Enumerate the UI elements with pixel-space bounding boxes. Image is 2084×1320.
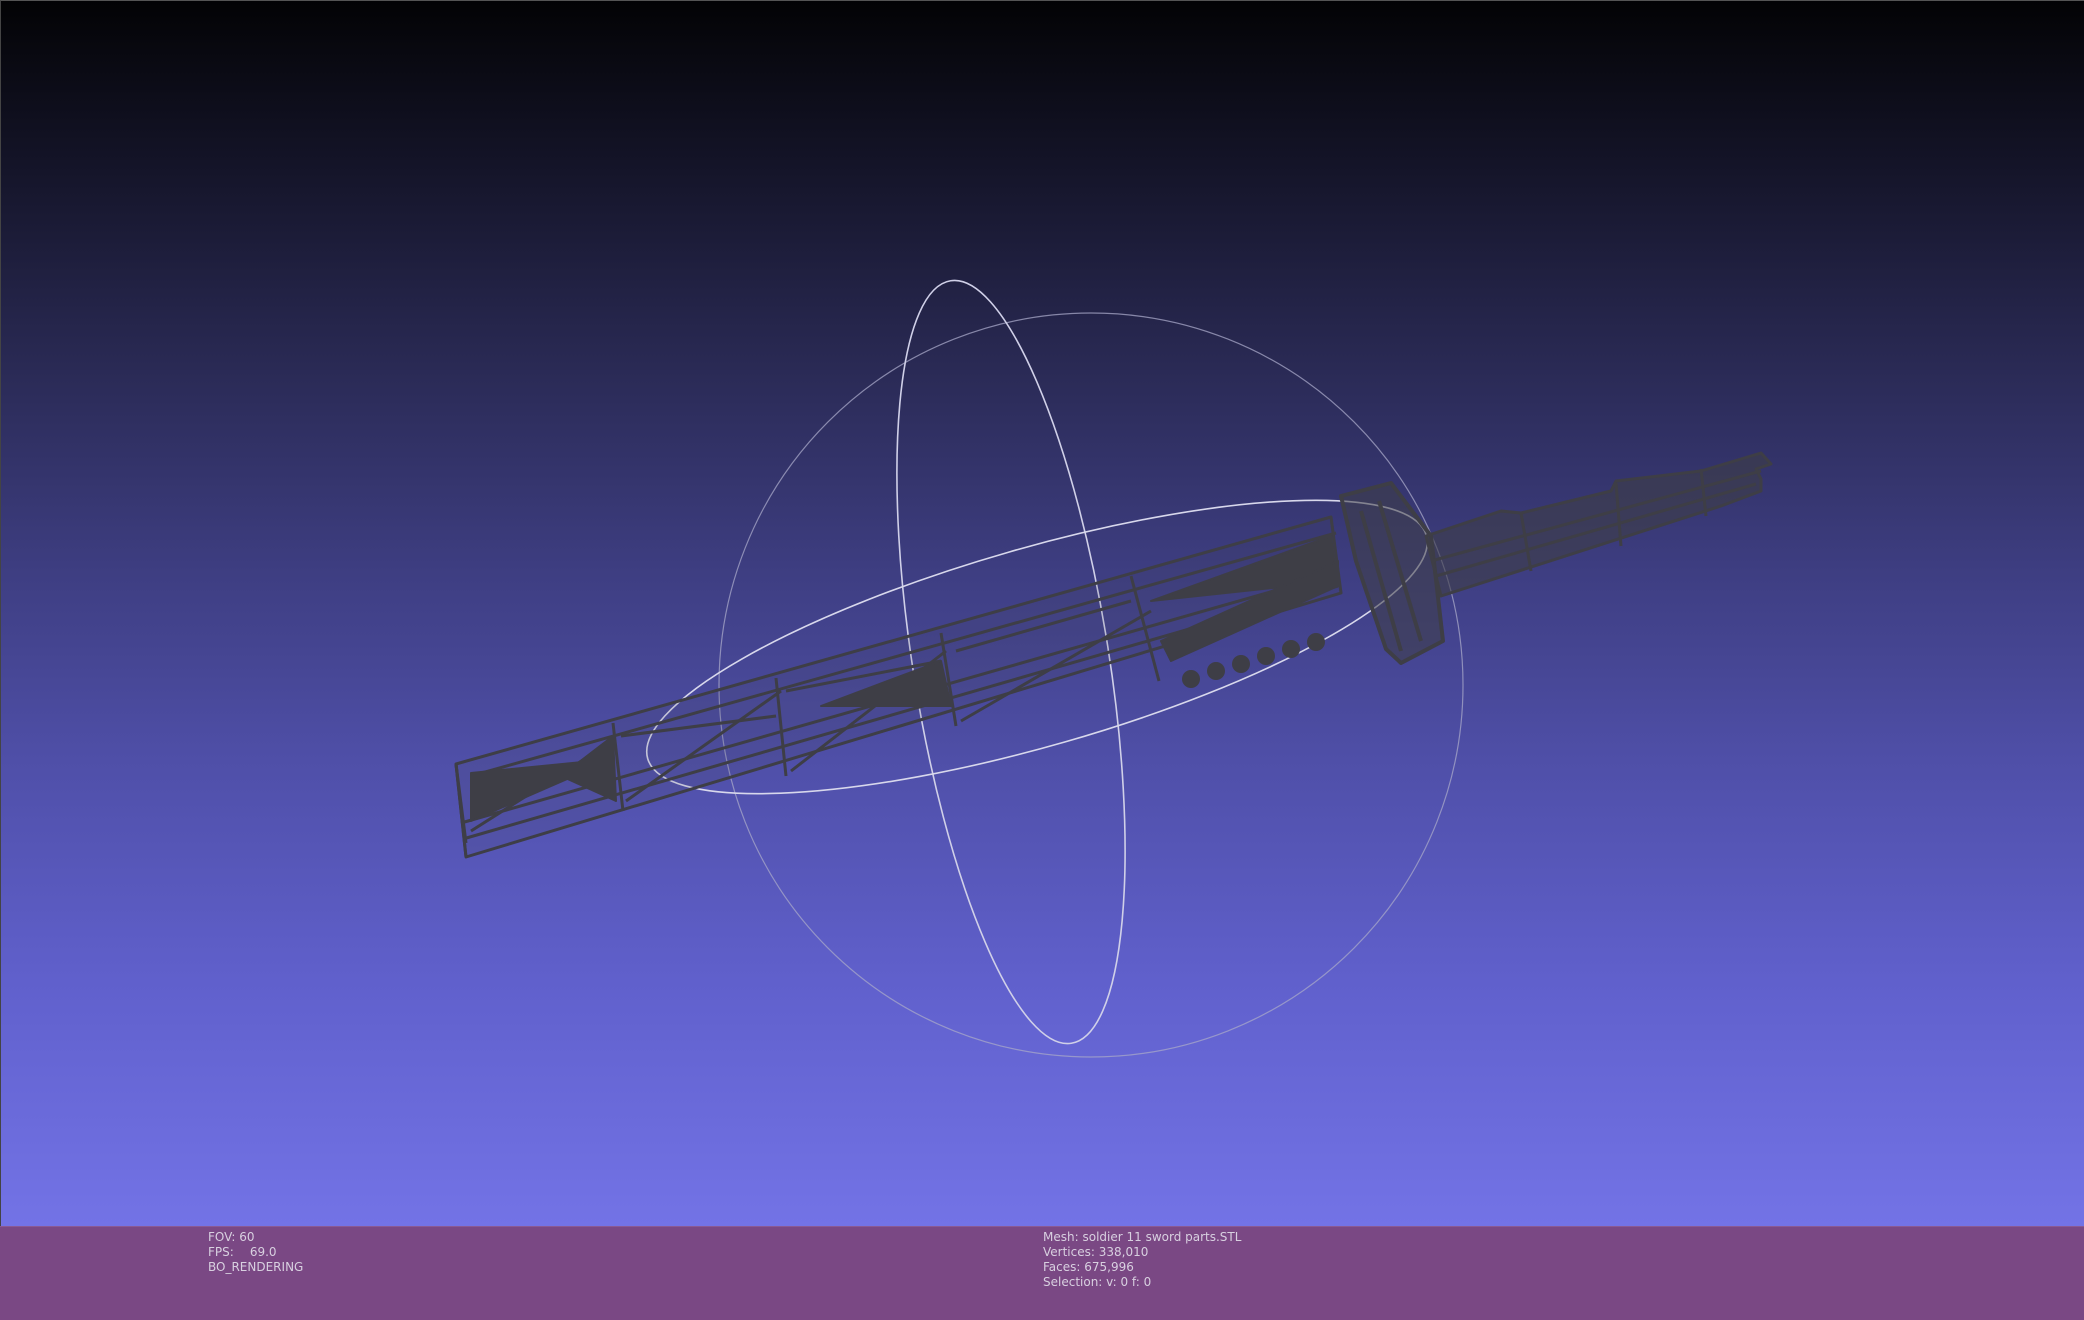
render-mode: BO_RENDERING bbox=[208, 1260, 304, 1274]
fov-label: FOV: bbox=[208, 1230, 236, 1244]
selection-value: v: 0 f: 0 bbox=[1106, 1275, 1152, 1289]
3d-viewport[interactable] bbox=[0, 0, 2084, 1226]
selection-readout: Selection: v: 0 f: 0 bbox=[1043, 1275, 1241, 1290]
vertices-readout: Vertices: 338,010 bbox=[1043, 1245, 1241, 1260]
faces-readout: Faces: 675,996 bbox=[1043, 1260, 1241, 1275]
render-info-panel: FOV: 60 FPS: 69.0 BO_RENDERING bbox=[208, 1230, 303, 1275]
fps-readout: FPS: 69.0 bbox=[208, 1245, 303, 1260]
fov-readout: FOV: 60 bbox=[208, 1230, 303, 1245]
status-bar: FOV: 60 FPS: 69.0 BO_RENDERING Mesh: sold… bbox=[0, 1226, 2084, 1320]
mesh-label: Mesh: bbox=[1043, 1230, 1079, 1244]
fps-label: FPS: bbox=[208, 1245, 234, 1259]
selection-label: Selection: bbox=[1043, 1275, 1103, 1289]
vertices-label: Vertices: bbox=[1043, 1245, 1095, 1259]
faces-label: Faces: bbox=[1043, 1260, 1081, 1274]
mesh-info-panel: Mesh: soldier 11 sword parts.STL Vertice… bbox=[1043, 1230, 1241, 1290]
hilt-wireframe bbox=[1424, 451, 1773, 598]
scene-canvas[interactable] bbox=[1, 1, 2084, 1227]
crossguard-wireframe bbox=[1339, 481, 1445, 665]
fps-value: 69.0 bbox=[249, 1245, 277, 1259]
mesh-viewer-window: FOV: 60 FPS: 69.0 BO_RENDERING Mesh: sold… bbox=[0, 0, 2084, 1320]
mesh-name: soldier 11 sword parts.STL bbox=[1082, 1230, 1242, 1244]
sword-mesh[interactable] bbox=[454, 451, 1773, 859]
faces-value: 675,996 bbox=[1084, 1260, 1134, 1274]
mesh-name-readout: Mesh: soldier 11 sword parts.STL bbox=[1043, 1230, 1241, 1245]
fov-value: 60 bbox=[239, 1230, 255, 1244]
vertices-value: 338,010 bbox=[1098, 1245, 1149, 1259]
